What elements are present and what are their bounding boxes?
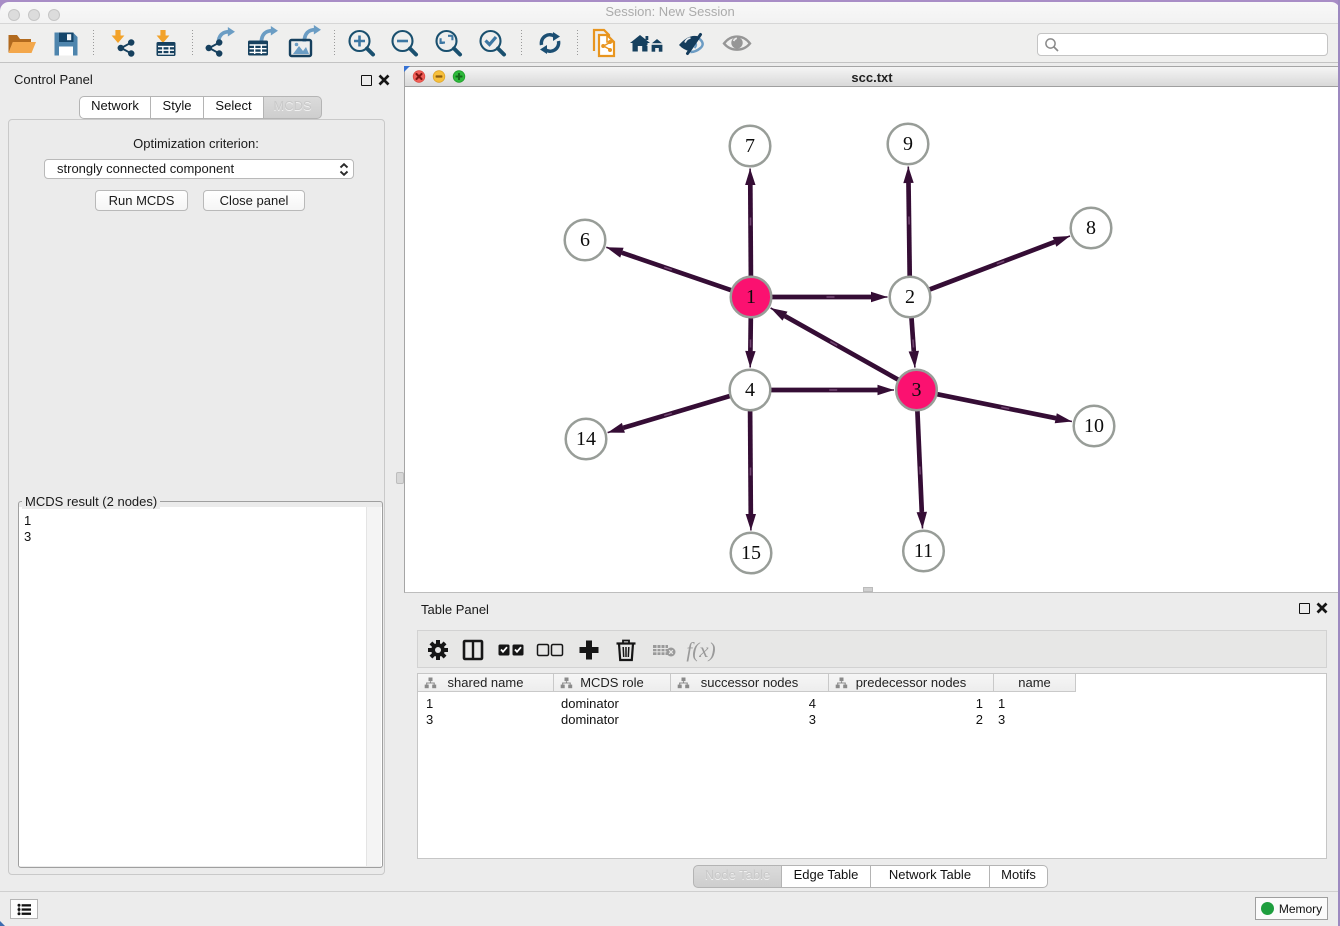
svg-text:8: 8 [1086, 217, 1096, 239]
svg-text:6: 6 [580, 229, 590, 251]
svg-text:4: 4 [745, 379, 755, 401]
svg-text:1: 1 [746, 286, 756, 308]
svg-text:11: 11 [914, 540, 933, 562]
svg-text:15: 15 [741, 542, 761, 564]
svg-text:3: 3 [912, 379, 922, 401]
svg-text:f(x): f(x) [686, 638, 715, 662]
svg-text:10: 10 [1084, 415, 1104, 437]
svg-text:2: 2 [905, 286, 915, 308]
svg-text:9: 9 [903, 133, 913, 155]
svg-text:7: 7 [745, 135, 755, 157]
svg-text:14: 14 [576, 428, 596, 450]
